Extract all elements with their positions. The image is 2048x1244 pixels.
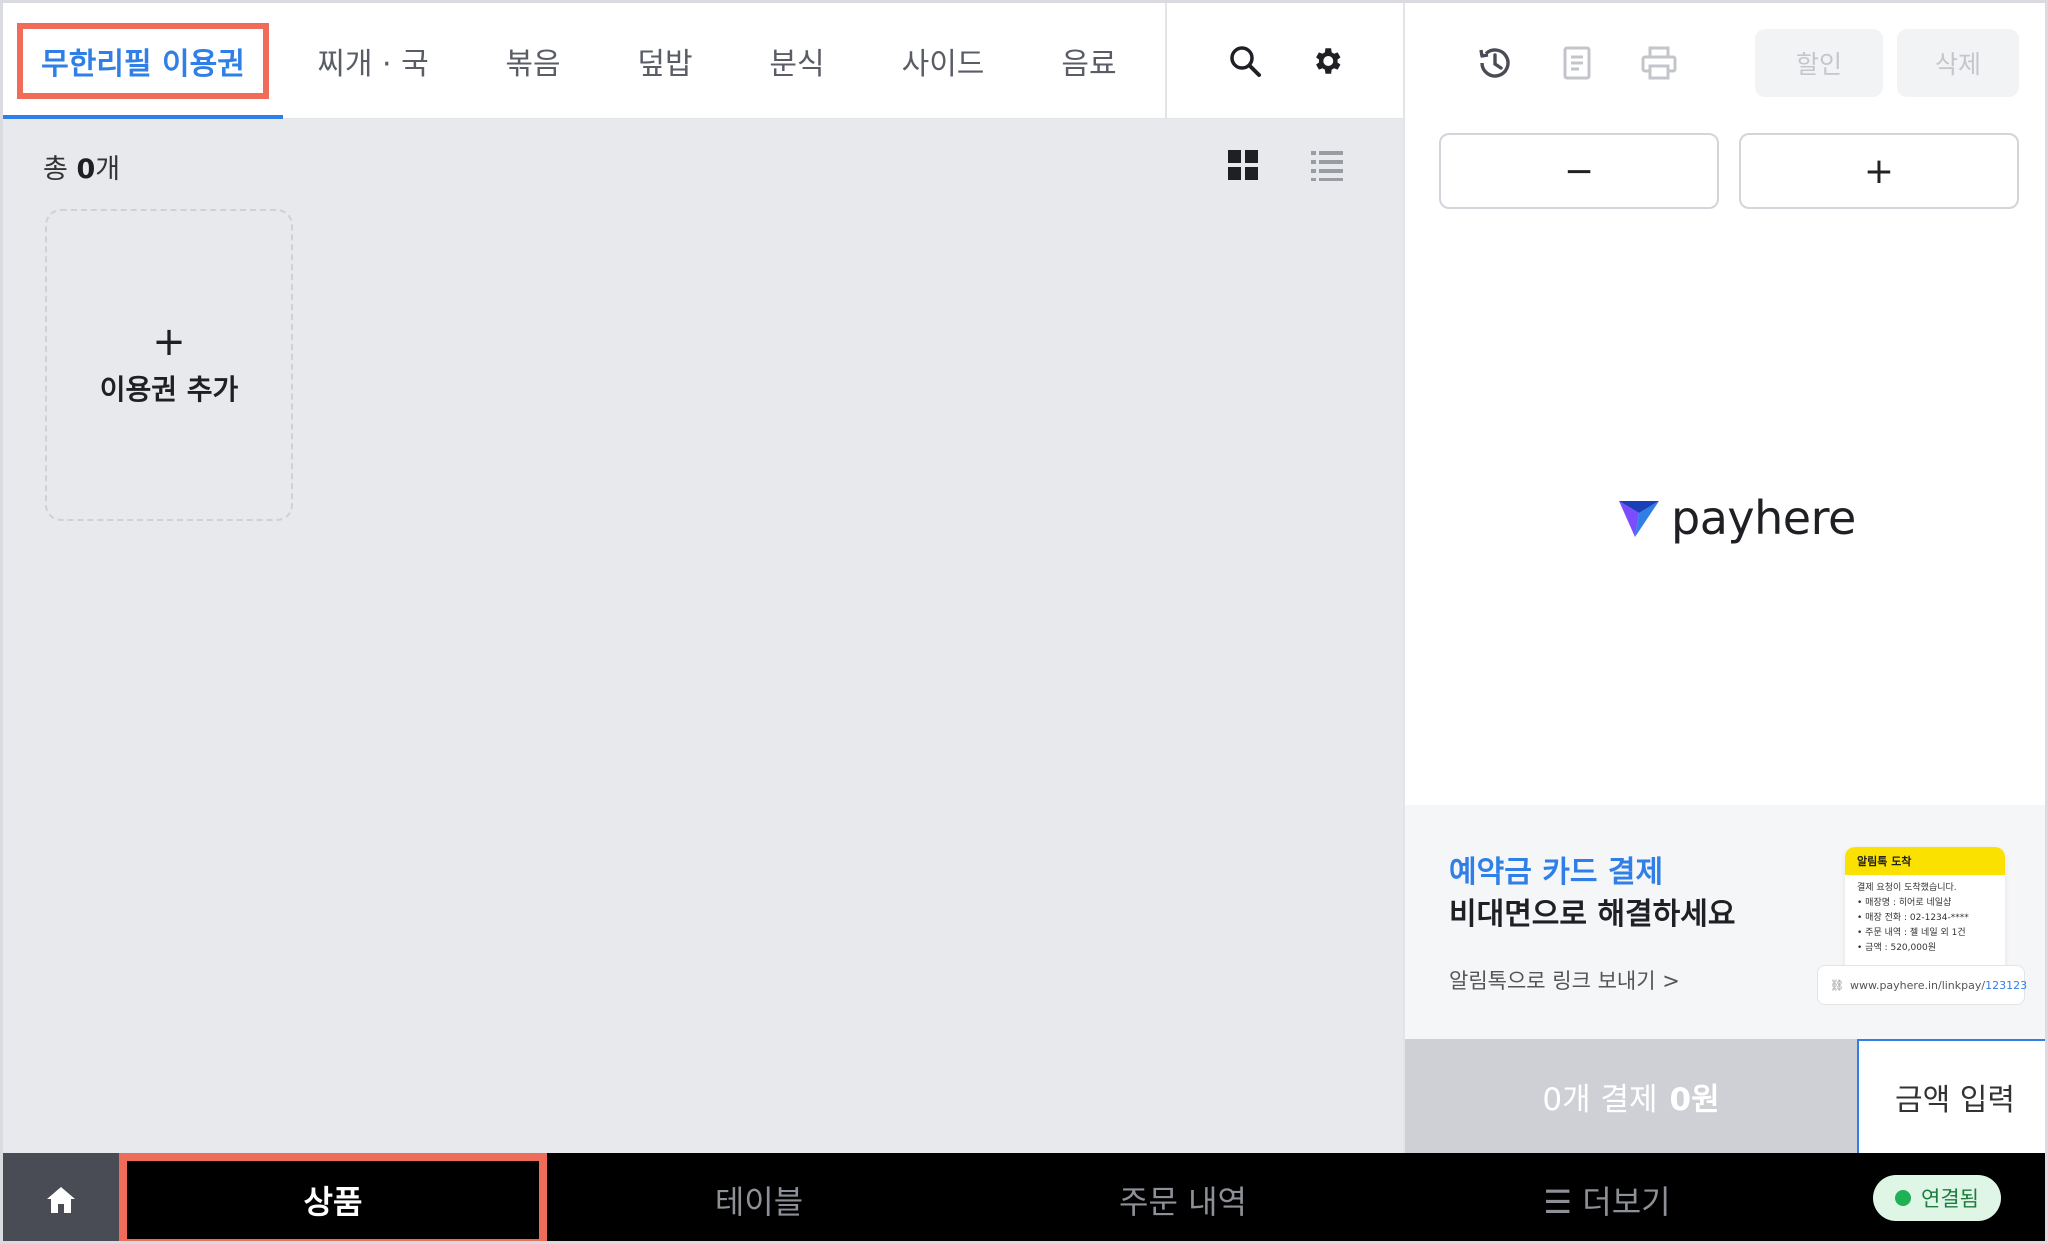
grid-view-icon[interactable] [1225, 147, 1261, 183]
delete-button[interactable]: 삭제 [1897, 29, 2019, 97]
promo-title-line1: 예약금 카드 결제 [1449, 855, 1664, 890]
link-icon: ⛓ [1830, 978, 1844, 992]
add-pass-card[interactable]: + 이용권 추가 [45, 209, 293, 521]
connection-status-badge: 연결됨 [1873, 1175, 2001, 1221]
gear-icon[interactable] [1307, 41, 1347, 81]
connection-status-label: 연결됨 [1921, 1187, 1979, 1211]
order-panel: 할인 삭제 − + payhere 예약금 카드 결제 비대면으로 해결하세요 … [1403, 3, 2045, 1153]
promo-banner[interactable]: 예약금 카드 결제 비대면으로 해결하세요 알림톡으로 링크 보내기 > 알림톡… [1405, 805, 2045, 1039]
paylink-url-prefix: www.payhere.in/linkpay/ [1849, 978, 1986, 992]
paylink-url: ⛓ www.payhere.in/linkpay/123123 [1817, 965, 2028, 1005]
pay-count: 0개 결제 [1542, 1081, 1658, 1118]
plus-icon: + [152, 319, 186, 365]
tab-stew-soup[interactable]: 찌개 · 국 [303, 3, 443, 119]
nav-tables[interactable]: 테이블 [547, 1153, 971, 1241]
status-dot-icon [1895, 1190, 1912, 1206]
product-area: 무한리필 이용권 찌개 · 국 볶음 덮밥 분식 사이드 음료 총 0개 + 이… [3, 3, 1403, 1153]
count-suffix: 개 [95, 154, 121, 185]
nav-more[interactable]: ☰ 더보기 [1395, 1153, 1819, 1241]
alimtalk-line: 결제 요청이 도착했습니다. [1857, 883, 1957, 893]
receipt-icon[interactable] [1557, 43, 1597, 83]
tab-snacks[interactable]: 분식 [737, 3, 857, 119]
alimtalk-line: • 매장명 : 히어로 네일샵 [1857, 898, 1952, 908]
tab-drinks[interactable]: 음료 [1029, 3, 1149, 119]
amount-input-button[interactable]: 금액 입력 [1857, 1039, 2045, 1153]
tab-label: 무한리필 이용권 [17, 23, 269, 99]
tab-separator [1165, 3, 1167, 119]
item-count: 총 0개 [43, 147, 120, 186]
tab-sides[interactable]: 사이드 [873, 3, 1013, 119]
tab-unlimited-refill-pass[interactable]: 무한리필 이용권 [3, 3, 283, 119]
tab-stir-fry[interactable]: 볶음 [473, 3, 593, 119]
alimtalk-body: 결제 요청이 도착했습니다. • 매장명 : 히어로 네일샵 • 매장 전화 :… [1845, 875, 2005, 962]
pay-button[interactable]: 0개 결제 0원 [1405, 1039, 1857, 1153]
list-view-icon[interactable] [1309, 147, 1345, 183]
count-value: 0 [76, 154, 96, 185]
history-icon[interactable] [1475, 43, 1515, 83]
count-prefix: 총 [43, 154, 68, 185]
pos-screen: 무한리필 이용권 찌개 · 국 볶음 덮밥 분식 사이드 음료 총 0개 + 이… [0, 0, 2048, 1244]
alimtalk-line: • 매장 전화 : 02-1234-**** [1857, 913, 1969, 923]
search-icon[interactable] [1225, 41, 1265, 81]
nav-order-history[interactable]: 주문 내역 [971, 1153, 1395, 1241]
paylink-url-number: 123123 [1985, 978, 2028, 992]
promo-title-line2: 비대면으로 해결하세요 [1449, 897, 1736, 932]
category-tabbar: 무한리필 이용권 찌개 · 국 볶음 덮밥 분식 사이드 음료 [3, 3, 1403, 119]
promo-link[interactable]: 알림톡으로 링크 보내기 > [1449, 965, 1680, 995]
increase-quantity-button[interactable]: + [1739, 133, 2019, 209]
payhere-logo-mark [1619, 501, 1659, 537]
payhere-logo-text: payhere [1671, 491, 1856, 545]
alimtalk-header: 알림톡 도착 [1845, 847, 2005, 875]
tab-rice-bowl[interactable]: 덮밥 [605, 3, 725, 119]
alimtalk-line: • 금액 : 520,000원 [1857, 943, 1936, 953]
decrease-quantity-button[interactable]: − [1439, 133, 1719, 209]
printer-icon[interactable] [1639, 43, 1679, 83]
pay-amount: 0원 [1669, 1081, 1720, 1118]
discount-button[interactable]: 할인 [1755, 29, 1883, 97]
nav-products[interactable]: 상품 [119, 1153, 547, 1241]
bottom-nav: 상품 테이블 주문 내역 ☰ 더보기 연결됨 [3, 1153, 2045, 1241]
home-icon[interactable] [3, 1153, 119, 1241]
add-pass-label: 이용권 추가 [99, 373, 239, 406]
alimtalk-line: • 주문 내역 : 젤 네일 외 1건 [1857, 928, 1966, 938]
payhere-logo: payhere [1615, 491, 1856, 545]
